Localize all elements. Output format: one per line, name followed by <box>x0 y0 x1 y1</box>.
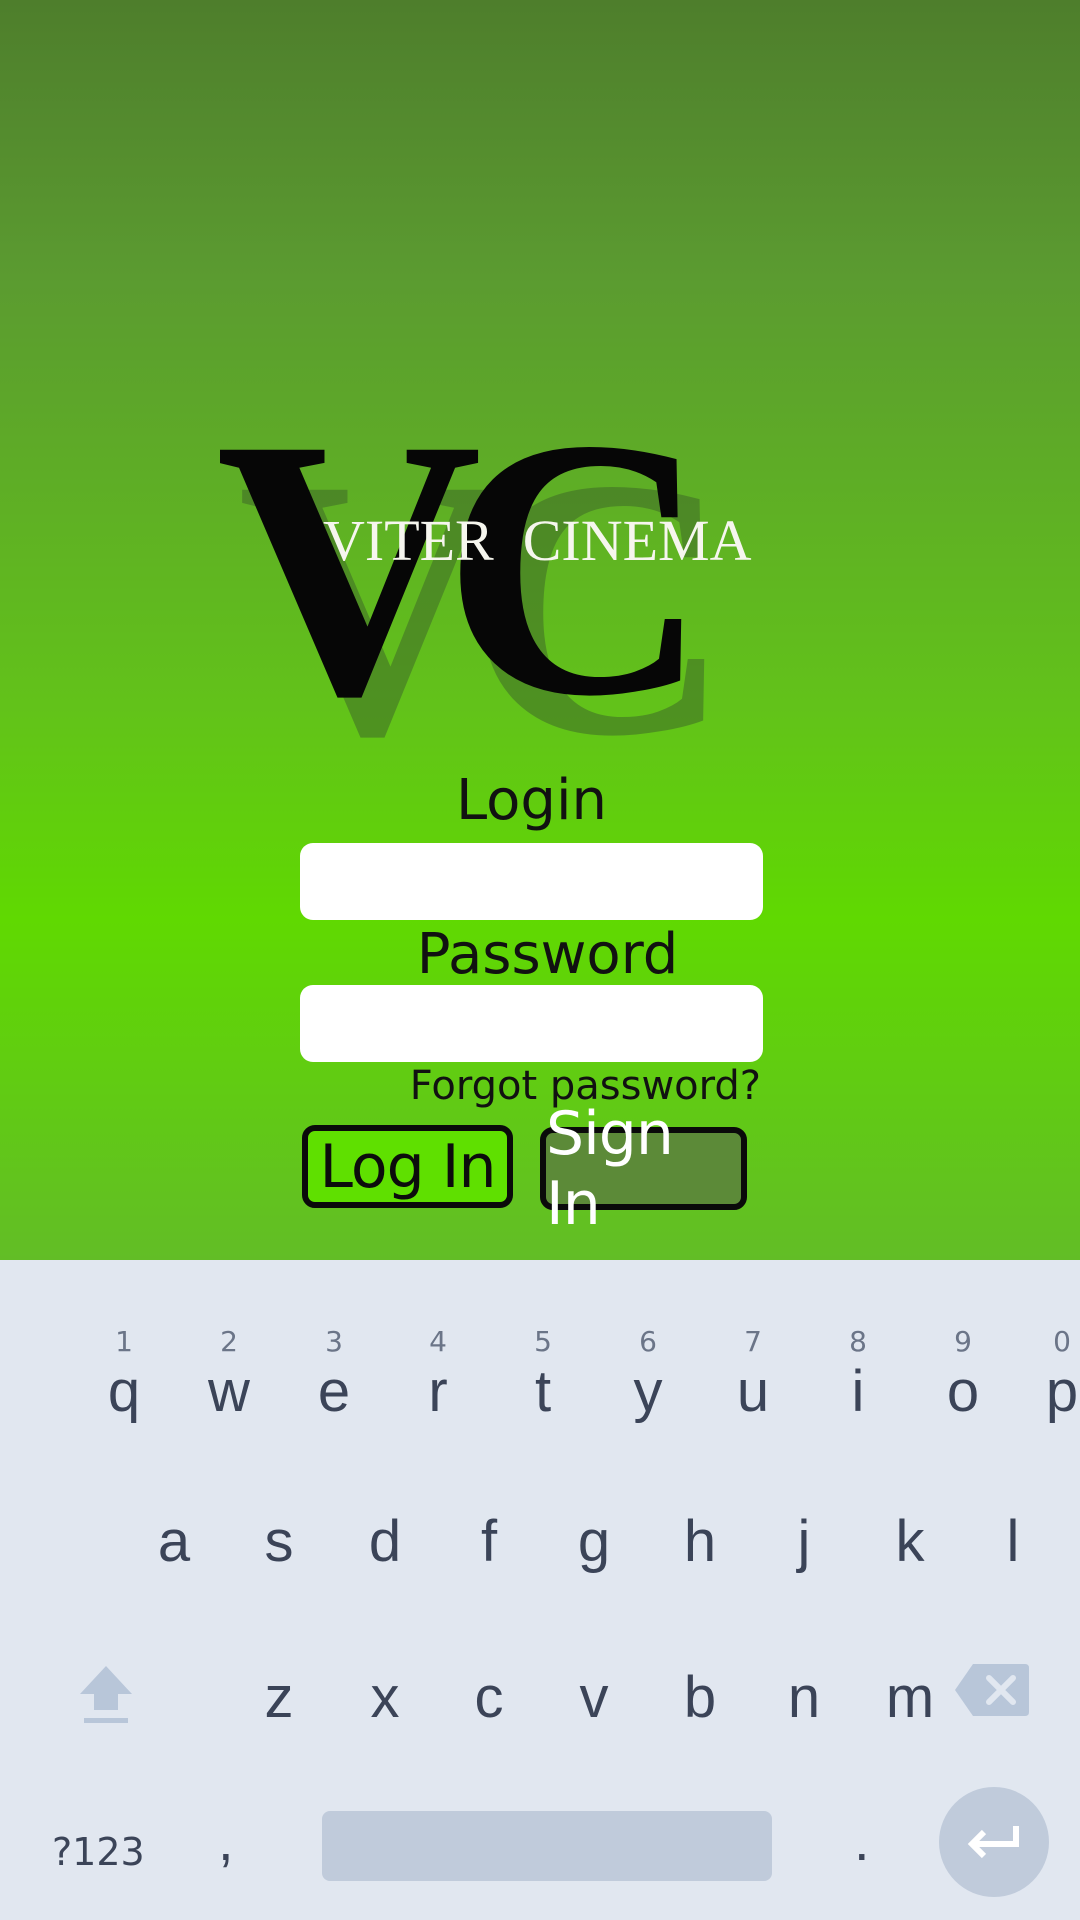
key-g[interactable]: g <box>494 1508 610 1658</box>
key-m[interactable]: m <box>810 1664 934 1814</box>
key-z[interactable]: z <box>179 1664 294 1814</box>
key-e[interactable]: 3e <box>234 1260 350 1424</box>
key-i[interactable]: 8i <box>758 1260 867 1424</box>
password-label: Password <box>416 922 679 987</box>
comma-key[interactable]: , <box>218 1808 234 1873</box>
key-c[interactable]: c <box>389 1664 504 1814</box>
enter-icon <box>967 1826 1019 1859</box>
key-f[interactable]: f <box>389 1508 497 1658</box>
login-screen: VC VC VITER CINEMA Login Password Forgot… <box>0 0 1080 1260</box>
key-h[interactable]: h <box>600 1508 716 1658</box>
key-a[interactable]: a <box>74 1508 190 1658</box>
period-key[interactable]: . <box>854 1808 870 1873</box>
key-l[interactable]: l <box>913 1508 1020 1658</box>
backspace-icon[interactable] <box>955 1664 1029 1716</box>
key-s[interactable]: s <box>179 1508 294 1658</box>
key-u[interactable]: 7u <box>653 1260 769 1424</box>
logo-wordmark: VITER CINEMA <box>323 508 752 573</box>
log-in-button[interactable]: Log In <box>302 1125 513 1208</box>
key-p[interactable]: 0p <box>962 1260 1078 1424</box>
enter-key[interactable] <box>939 1787 1049 1897</box>
key-o[interactable]: 9o <box>863 1260 979 1424</box>
key-d[interactable]: d <box>285 1508 401 1658</box>
key-q[interactable]: 1q <box>24 1260 140 1424</box>
key-b[interactable]: b <box>600 1664 716 1814</box>
password-input[interactable] <box>300 985 763 1062</box>
space-bar[interactable] <box>322 1811 772 1881</box>
login-label: Login <box>455 768 608 833</box>
symbols-key[interactable]: ?123 <box>52 1830 145 1874</box>
key-w[interactable]: 2w <box>129 1260 250 1424</box>
key-k[interactable]: k <box>810 1508 925 1658</box>
key-t[interactable]: 5t <box>443 1260 552 1424</box>
viter-cinema-logo: VC VC VITER CINEMA <box>220 370 752 750</box>
key-n[interactable]: n <box>704 1664 820 1814</box>
key-r[interactable]: 4r <box>338 1260 447 1424</box>
login-input[interactable] <box>300 843 763 920</box>
key-v[interactable]: v <box>494 1664 609 1814</box>
shift-icon[interactable] <box>76 1662 136 1726</box>
key-j[interactable]: j <box>704 1508 811 1658</box>
key-y[interactable]: 6y <box>548 1260 663 1424</box>
sign-in-button[interactable]: Sign In <box>540 1099 747 1239</box>
key-x[interactable]: x <box>285 1664 400 1814</box>
